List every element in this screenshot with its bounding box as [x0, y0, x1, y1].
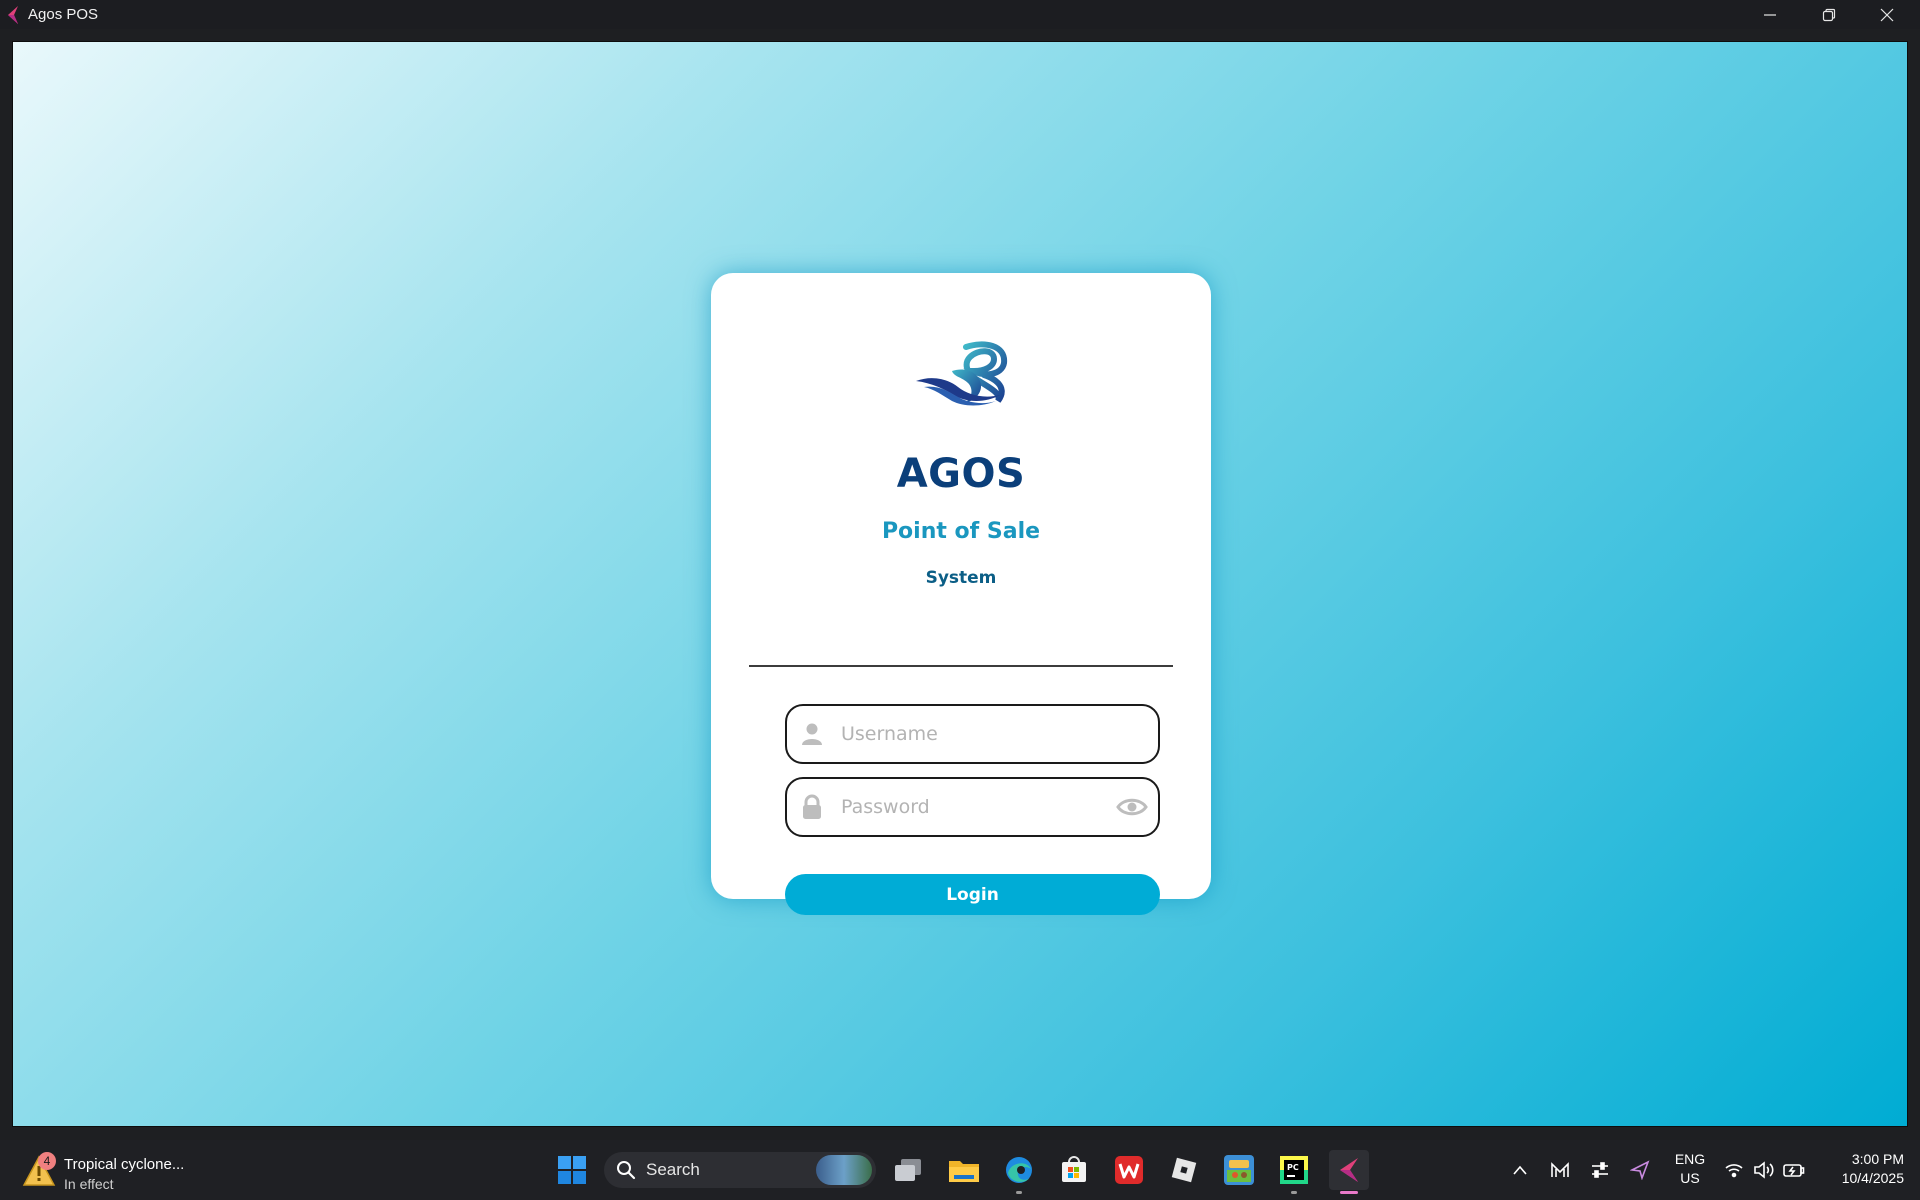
volume-status[interactable] — [1752, 1154, 1776, 1186]
edge-button[interactable] — [999, 1150, 1039, 1194]
clock-date: 10/4/2025 — [1841, 1170, 1904, 1186]
weather-subtitle: In effect — [64, 1176, 114, 1192]
file-explorer-button[interactable] — [944, 1150, 984, 1190]
agos-app-icon — [1340, 1158, 1358, 1182]
battery-status[interactable] — [1782, 1154, 1806, 1186]
minimize-button[interactable] — [1741, 0, 1799, 29]
taskbar: 4 Tropical cyclone... In effect Search P… — [0, 1140, 1920, 1200]
agos-wave-logo — [916, 341, 1008, 406]
minimize-icon — [1764, 13, 1776, 16]
restore-button[interactable] — [1800, 0, 1858, 29]
search-highlight-image — [816, 1155, 872, 1185]
chevron-up-icon — [1513, 1165, 1527, 1175]
roblox-button[interactable] — [1164, 1150, 1204, 1190]
running-indicator — [1291, 1191, 1297, 1194]
tray-app-m[interactable] — [1548, 1154, 1572, 1186]
active-indicator — [1340, 1191, 1358, 1194]
close-icon — [1880, 8, 1894, 21]
running-indicator — [1016, 1191, 1022, 1194]
lock-icon — [803, 794, 821, 819]
username-input[interactable] — [841, 706, 1158, 762]
game-icon — [1224, 1155, 1254, 1185]
user-icon — [802, 723, 822, 745]
agos-app-icon — [8, 5, 18, 24]
sliders-icon — [1592, 1162, 1608, 1178]
store-icon — [1062, 1156, 1086, 1182]
microsoft-store-button[interactable] — [1054, 1150, 1094, 1190]
brand-title: AGOS — [896, 451, 1026, 497]
login-card: AGOS Point of Sale System Login — [711, 273, 1211, 915]
task-view-button[interactable] — [888, 1150, 928, 1190]
app-background: AGOS Point of Sale System Login — [12, 41, 1908, 1127]
pycharm-button[interactable]: PC — [1274, 1150, 1314, 1194]
password-input[interactable] — [841, 779, 1116, 835]
wifi-status[interactable] — [1722, 1154, 1746, 1186]
search-label: Search — [646, 1160, 700, 1179]
pycharm-icon: PC — [1280, 1156, 1308, 1184]
close-button[interactable] — [1858, 0, 1916, 29]
wps-office-button[interactable] — [1109, 1150, 1149, 1190]
taskbar-search[interactable]: Search — [604, 1152, 876, 1188]
tray-settings-toggle[interactable] — [1588, 1154, 1612, 1186]
restore-icon — [1822, 8, 1836, 21]
game-app-button[interactable] — [1219, 1150, 1259, 1190]
wps-icon — [1115, 1156, 1143, 1184]
agos-pos-taskbar-button[interactable] — [1329, 1150, 1369, 1194]
clock[interactable]: 3:00 PM 10/4/2025 — [1818, 1150, 1904, 1188]
m-app-icon — [1551, 1162, 1569, 1177]
login-button[interactable]: Login — [785, 874, 1160, 915]
windows-icon — [558, 1156, 586, 1184]
weather-widget[interactable]: 4 Tropical cyclone... In effect — [22, 1148, 192, 1192]
language-line1: ENG — [1674, 1151, 1706, 1167]
language-indicator[interactable]: ENG US — [1670, 1150, 1710, 1188]
username-field[interactable] — [785, 704, 1160, 764]
svg-text:PC: PC — [1287, 1163, 1299, 1172]
task-view-icon — [895, 1159, 921, 1181]
window-title: Agos POS — [28, 6, 99, 23]
search-icon — [617, 1161, 636, 1180]
send-icon — [1630, 1160, 1650, 1180]
password-field[interactable] — [785, 777, 1160, 837]
volume-icon — [1754, 1161, 1774, 1179]
divider — [749, 665, 1173, 667]
clock-time: 3:00 PM — [1851, 1151, 1904, 1167]
weather-badge: 4 — [38, 1152, 56, 1170]
battery-charging-icon — [1783, 1164, 1805, 1177]
show-hidden-icons-button[interactable] — [1508, 1154, 1532, 1186]
eye-icon[interactable] — [1116, 794, 1148, 820]
brand-tagline: System — [925, 568, 997, 588]
window-titlebar: Agos POS — [0, 0, 1920, 29]
folder-icon — [949, 1161, 979, 1182]
brand-subtitle: Point of Sale — [881, 519, 1041, 544]
wifi-icon — [1725, 1164, 1743, 1178]
language-line2: US — [1680, 1170, 1700, 1186]
edge-icon — [1006, 1157, 1032, 1183]
tray-send[interactable] — [1628, 1154, 1652, 1186]
roblox-icon — [1171, 1157, 1197, 1183]
weather-title: Tropical cyclone... — [64, 1156, 185, 1173]
start-button[interactable] — [552, 1150, 592, 1190]
